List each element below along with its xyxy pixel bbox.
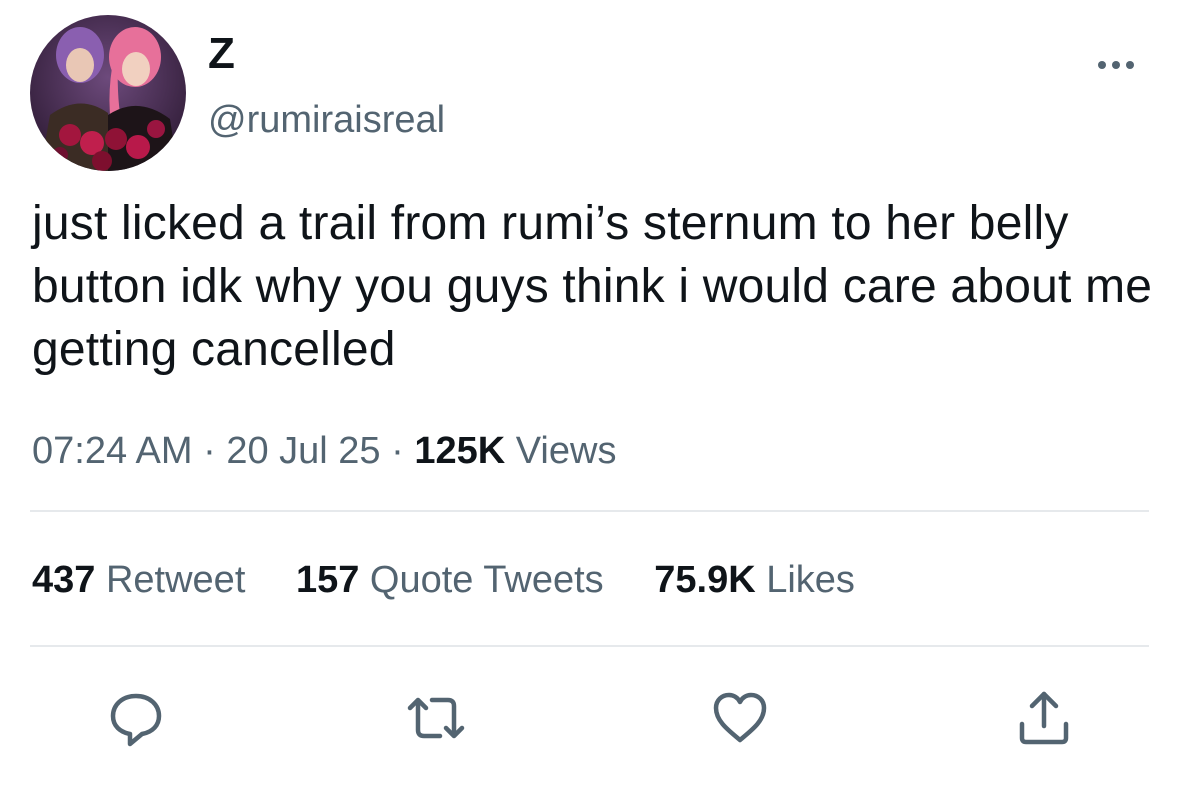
retweets-count: 437 [32,559,96,601]
share-button[interactable] [1012,686,1076,750]
meta-separator: · [203,430,216,472]
quote-tweets-stat[interactable]: 157 Quote Tweets [296,554,604,606]
retweet-button[interactable] [404,686,468,750]
tweet-time[interactable]: 07:24 AM [32,430,193,472]
heart-icon [713,692,767,743]
quote-tweets-label: Quote Tweets [369,559,604,601]
divider [30,510,1149,512]
avatar[interactable] [30,15,186,171]
reply-bubble-icon [110,693,162,747]
tweet-card: Z @rumiraisreal just licked a trail from… [0,0,1179,793]
more-options-button[interactable] [1094,50,1138,80]
like-button[interactable] [708,686,772,750]
reply-button[interactable] [104,686,168,750]
meta-separator: · [391,430,404,472]
likes-count: 75.9K [654,559,756,601]
tweet-text: just licked a trail from rumi’s sternum … [32,197,1166,376]
display-name[interactable]: Z [208,26,235,82]
avatar-image [30,15,186,171]
share-upload-icon [1019,691,1069,745]
retweet-arrows-icon [407,697,465,739]
tweet-date[interactable]: 20 Jul 25 [226,430,380,472]
likes-label: Likes [766,559,855,601]
tweet-stats: 437 Retweet 157 Quote Tweets 75.9K Likes [32,554,895,606]
divider [30,645,1149,647]
retweets-label: Retweet [105,559,246,601]
user-handle[interactable]: @rumiraisreal [208,96,445,144]
views-count: 125K [414,430,506,472]
likes-stat[interactable]: 75.9K Likes [654,554,855,606]
views-label: Views [515,430,617,472]
tweet-metadata: 07:24 AM · 20 Jul 25 · 125K Views [32,425,616,477]
retweets-stat[interactable]: 437 Retweet [32,554,245,606]
quote-tweets-count: 157 [295,559,360,601]
more-dots-icon [1098,61,1134,69]
